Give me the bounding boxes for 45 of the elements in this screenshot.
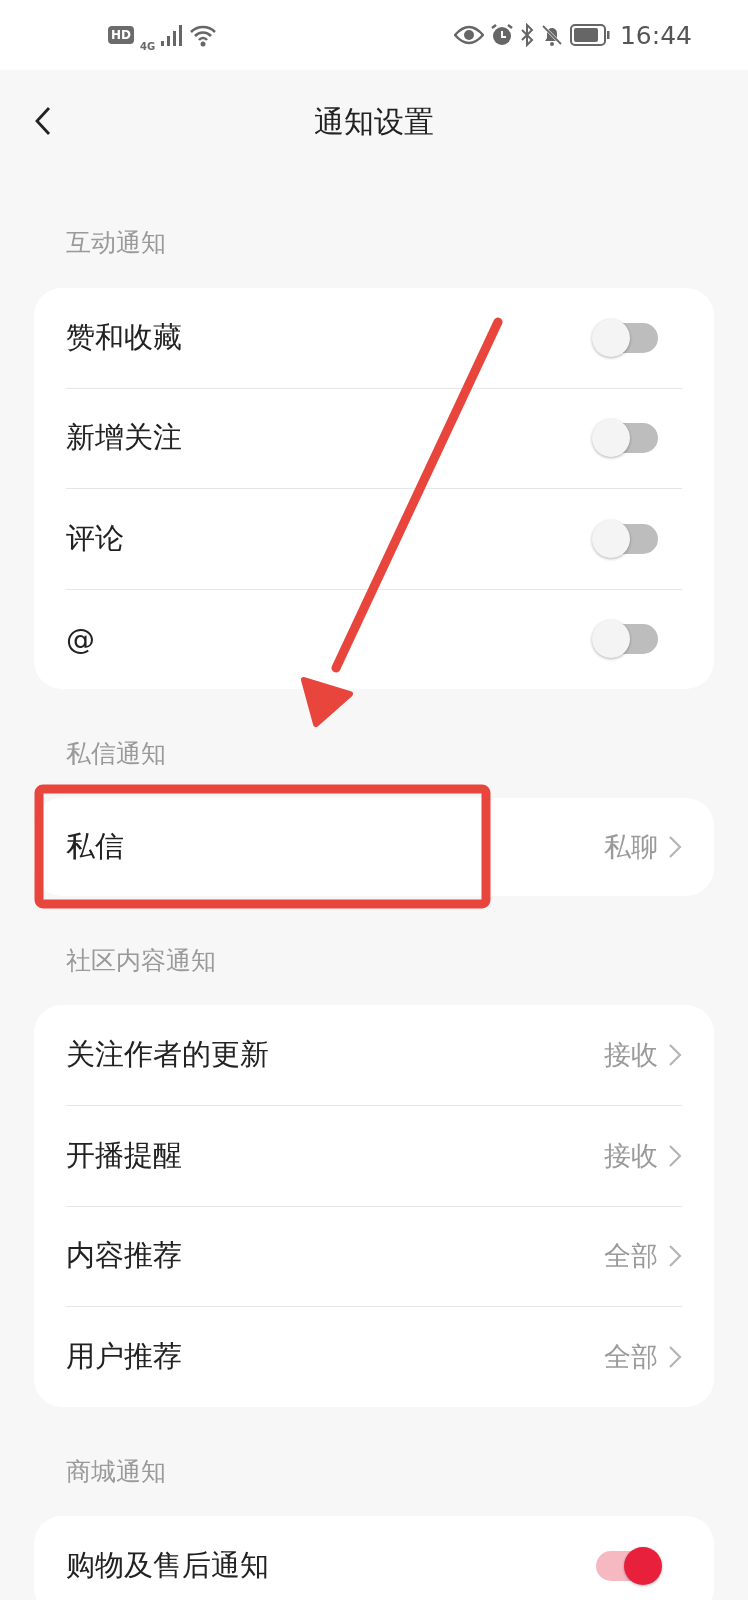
hd-badge: HD	[108, 26, 134, 44]
setting-label: 赞和收藏	[66, 318, 182, 356]
eye-icon	[453, 25, 484, 45]
setting-value: 全部	[604, 1239, 658, 1274]
signal-icon	[161, 24, 184, 46]
settings-row[interactable]: 内容推荐 全部	[66, 1205, 682, 1307]
setting-value: 接收	[604, 1037, 658, 1072]
setting-value: 全部	[604, 1340, 658, 1375]
settings-row[interactable]: 私信 私聊	[66, 798, 682, 896]
settings-row[interactable]: 开播提醒 接收	[66, 1104, 682, 1206]
clock-time: 16:44	[619, 20, 692, 50]
setting-label: 新增关注	[66, 419, 182, 457]
chevron-right-icon	[668, 835, 682, 859]
battery-icon	[569, 24, 610, 46]
page-title: 通知设置	[314, 102, 434, 141]
setting-value: 私聊	[604, 830, 658, 864]
section-label: 互动通知	[66, 228, 166, 258]
chevron-right-icon	[668, 1143, 682, 1168]
setting-label: 评论	[66, 519, 124, 557]
settings-row[interactable]: 用户推荐 全部	[66, 1306, 682, 1407]
setting-label: 私信	[66, 828, 124, 865]
bell-muted-icon	[539, 23, 564, 47]
setting-label: 关注作者的更新	[66, 1035, 269, 1073]
chevron-right-icon	[668, 1345, 682, 1370]
setting-label: 用户推荐	[66, 1338, 182, 1376]
back-icon[interactable]	[34, 106, 52, 136]
settings-row[interactable]: 新增关注	[66, 387, 682, 488]
section-label: 私信通知	[66, 739, 166, 769]
setting-label: 开播提醒	[66, 1136, 182, 1174]
bluetooth-icon	[519, 23, 534, 47]
chevron-right-icon	[668, 1042, 682, 1067]
wifi-icon	[189, 23, 218, 47]
settings-row[interactable]: 购物及售后通知	[66, 1516, 682, 1600]
setting-label: 购物及售后通知	[66, 1547, 269, 1584]
settings-row[interactable]: 关注作者的更新 接收	[66, 1005, 682, 1105]
setting-label: @	[66, 622, 95, 657]
network-type: 4G	[140, 40, 156, 52]
setting-value: 接收	[604, 1138, 658, 1173]
chevron-right-icon	[668, 1244, 682, 1269]
settings-row[interactable]: 赞和收藏	[66, 288, 682, 388]
setting-label: 内容推荐	[66, 1237, 182, 1275]
settings-row[interactable]: 评论	[66, 488, 682, 589]
section-label: 社区内容通知	[66, 946, 216, 976]
section-label: 商城通知	[66, 1457, 166, 1487]
alarm-icon	[489, 23, 514, 47]
